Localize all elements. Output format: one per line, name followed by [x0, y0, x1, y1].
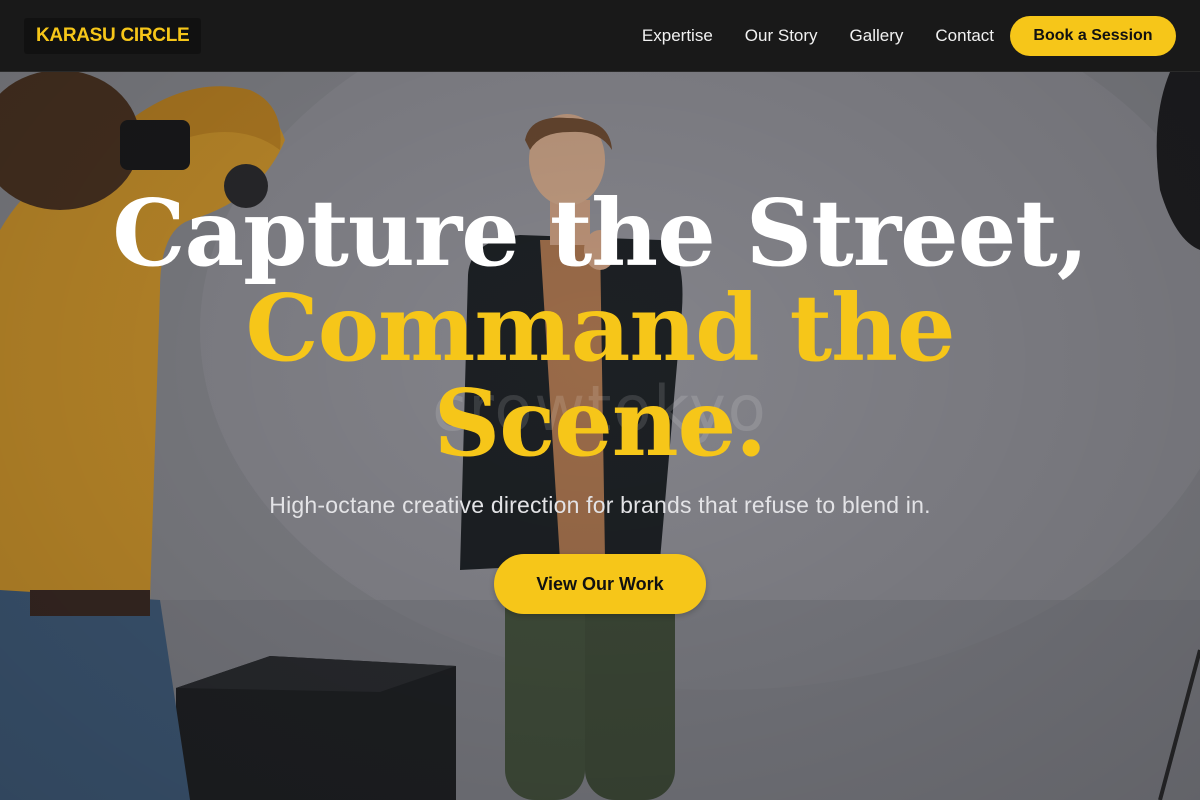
- view-our-work-button[interactable]: View Our Work: [494, 554, 706, 614]
- nav-link-expertise[interactable]: Expertise: [642, 26, 713, 46]
- top-navbar: KARASU CIRCLE Expertise Our Story Galler…: [0, 0, 1200, 72]
- book-session-button[interactable]: Book a Session: [1010, 16, 1176, 56]
- hero-headline-line-1: Capture the Street,: [112, 179, 1089, 287]
- hero-subheadline: High-octane creative direction for brand…: [269, 492, 931, 518]
- hero-headline: Capture the Street, Command the Scene.: [0, 186, 1200, 471]
- nav-link-our-story[interactable]: Our Story: [745, 26, 818, 46]
- nav-link-gallery[interactable]: Gallery: [850, 26, 904, 46]
- hero-headline-line-3: Scene.: [433, 369, 767, 477]
- nav-link-contact[interactable]: Contact: [935, 26, 994, 46]
- hero-headline-line-2: Command the: [245, 274, 955, 382]
- landing-page: crowtokyo KARASU CIRCLE Expertise Our St…: [0, 0, 1200, 800]
- nav-links: Expertise Our Story Gallery Contact: [642, 0, 994, 72]
- brand-logo-text: KARASU CIRCLE: [36, 25, 190, 46]
- brand-logo[interactable]: KARASU CIRCLE: [24, 18, 202, 54]
